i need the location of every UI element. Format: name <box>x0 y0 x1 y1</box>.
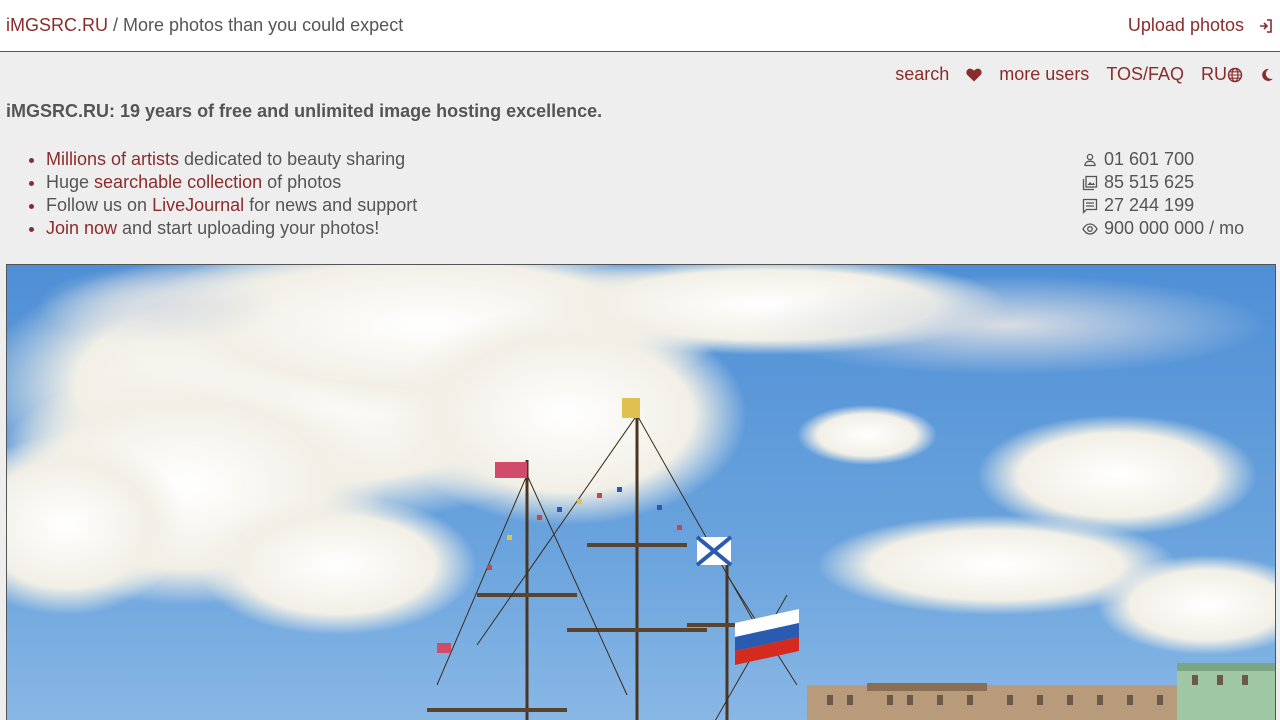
globe-icon <box>1227 67 1243 82</box>
nav-more-users-link[interactable]: more users <box>999 64 1089 85</box>
nav-tos-link[interactable]: TOS/FAQ <box>1106 64 1184 85</box>
feature-text: of photos <box>262 172 342 192</box>
top-bar: iMGSRC.RU / More photos than you could e… <box>0 0 1280 52</box>
stat-photos: 85 515 625 <box>1082 171 1244 194</box>
feature-text: Follow us on <box>46 195 153 215</box>
list-item: Millions of artists dedicated to beauty … <box>46 148 417 171</box>
site-logo-link[interactable]: iMGSRC.RU <box>6 15 108 36</box>
heart-icon[interactable] <box>966 68 982 82</box>
hero-photo-tall-ship <box>7 265 1275 720</box>
comment-icon <box>1082 198 1098 214</box>
list-item: Join now and start uploading your photos… <box>46 217 417 240</box>
top-actions: Upload photos <box>1128 15 1274 36</box>
stat-comments-value: 27 244 199 <box>1104 195 1195 215</box>
nav-language-link[interactable]: RU <box>1201 64 1243 85</box>
list-item: Huge searchable collection of photos <box>46 171 417 194</box>
brand-separator: / <box>113 15 119 35</box>
feature-link[interactable]: Join now <box>46 218 117 238</box>
user-icon <box>1084 153 1096 166</box>
photo-library-icon <box>1082 175 1098 190</box>
feature-link[interactable]: Millions of artists <box>46 149 179 169</box>
page-heading: iMGSRC.RU: 19 years of free and unlimite… <box>6 101 603 121</box>
brand-area: iMGSRC.RU / More photos than you could e… <box>6 15 403 36</box>
stat-photos-value: 85 515 625 <box>1104 172 1195 192</box>
feature-link[interactable]: LiveJournal <box>152 195 244 215</box>
language-label: RU <box>1201 64 1227 84</box>
hero-image[interactable] <box>6 264 1276 720</box>
stat-users: 01 601 700 <box>1082 148 1244 171</box>
feature-text: Huge <box>46 172 95 192</box>
list-item: Follow us on LiveJournal for news and su… <box>46 194 417 217</box>
feature-text: and start uploading your photos! <box>117 218 380 238</box>
stat-views-value: 900 000 000 / mo <box>1104 218 1245 238</box>
site-tagline: More photos than you could expect <box>123 15 404 35</box>
main-nav: search more users TOS/FAQ RU <box>878 64 1280 85</box>
upload-photos-link[interactable]: Upload photos <box>1128 15 1244 36</box>
nav-search-link[interactable]: search <box>895 64 949 85</box>
eye-icon <box>1082 222 1098 235</box>
feature-text: dedicated to beauty sharing <box>179 149 406 169</box>
feature-text: for news and support <box>244 195 418 215</box>
stat-comments: 27 244 199 <box>1082 194 1244 217</box>
site-stats: 01 601 700 85 515 625 27 244 199 900 000… <box>1082 148 1244 240</box>
stat-users-value: 01 601 700 <box>1104 149 1195 169</box>
feature-link[interactable]: searchable collection <box>94 172 262 192</box>
stat-views: 900 000 000 / mo <box>1082 217 1244 240</box>
moon-icon[interactable] <box>1260 68 1274 82</box>
login-icon[interactable] <box>1258 18 1274 34</box>
features-list: Millions of artists dedicated to beauty … <box>46 148 417 240</box>
